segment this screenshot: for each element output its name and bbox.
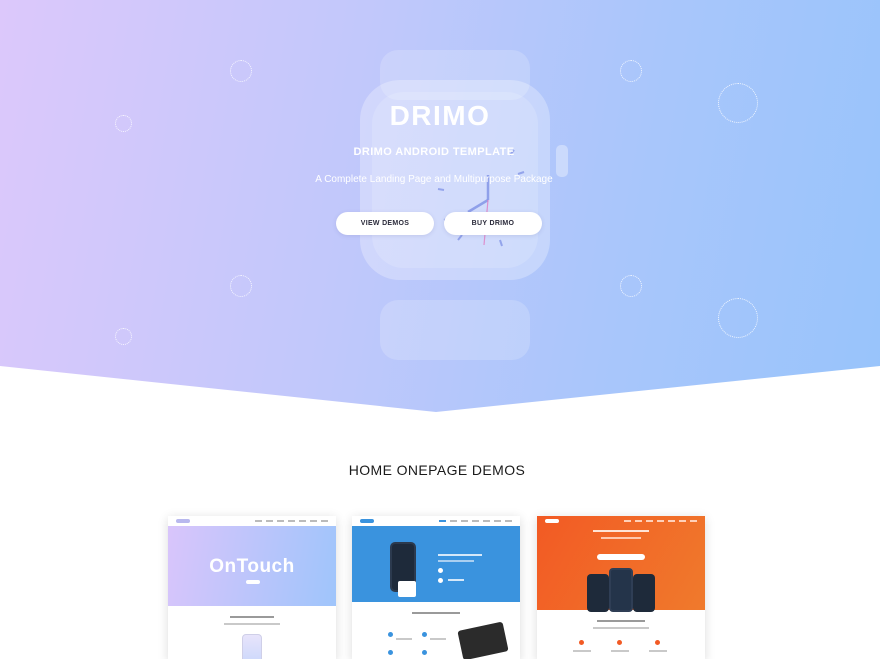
decorative-ring [620, 275, 642, 297]
phone-mockup [609, 568, 633, 612]
hero-subtitle: DRIMO ANDROID TEMPLATE [353, 146, 515, 158]
decorative-ring [230, 275, 252, 297]
smartwatch-illustration [360, 50, 568, 360]
demo-card-navbar [168, 516, 336, 526]
demo-logo [360, 519, 374, 523]
view-demos-button[interactable]: VIEW DEMOS [336, 212, 434, 235]
decorative-ring [230, 60, 252, 82]
demo-logo [545, 519, 559, 523]
phone-mockup [242, 634, 262, 659]
decorative-ring [620, 60, 642, 82]
demo-logo [176, 519, 190, 523]
decorative-ring [718, 298, 758, 338]
demo-card-blue[interactable] [352, 516, 520, 659]
demo-card-button [246, 580, 260, 584]
buy-drimo-button[interactable]: BUY DRIMO [444, 212, 542, 235]
hero-description: A Complete Landing Page and Multipurpose… [315, 174, 553, 185]
demo-card-hero-title: OnTouch [209, 556, 295, 577]
decorative-ring [115, 328, 132, 345]
demos-section-title: HOME ONEPAGE DEMOS [348, 462, 526, 478]
tablet-mockup [457, 621, 509, 659]
demo-card-navbar [352, 516, 520, 526]
demo-card-hero [352, 526, 520, 602]
demo-card-orange[interactable] [537, 516, 705, 659]
demo-card-ontouch[interactable]: OnTouch [168, 516, 336, 659]
demo-card-navbar [537, 516, 705, 526]
hero-section: DRIMO DRIMO ANDROID TEMPLATE A Complete … [0, 0, 880, 412]
hero-title: DRIMO [389, 100, 491, 131]
